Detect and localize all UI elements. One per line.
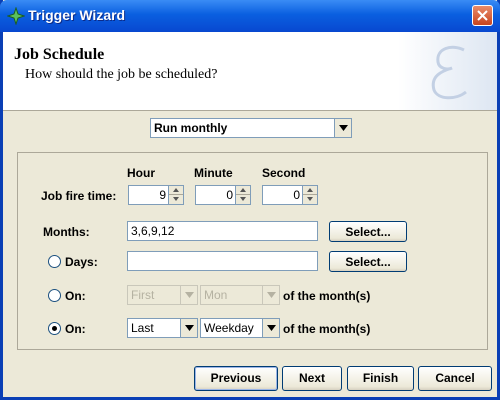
spinner-up-icon[interactable] [169, 186, 183, 195]
schedule-type-select[interactable]: Run monthly [150, 118, 352, 138]
next-button[interactable]: Next [282, 366, 342, 391]
on-last-ordinal-select[interactable]: Last [127, 318, 198, 338]
hour-spinner[interactable]: 9 [128, 185, 184, 205]
on-first-label: On: [65, 289, 86, 303]
chevron-down-icon[interactable] [180, 319, 197, 337]
previous-button[interactable]: Previous [194, 366, 278, 391]
second-value: 0 [293, 188, 300, 202]
minute-value: 0 [226, 188, 233, 202]
months-select-button[interactable]: Select... [329, 221, 407, 242]
days-label: Days: [65, 255, 98, 269]
months-field[interactable]: 3,6,9,12 [127, 221, 318, 241]
months-label: Months: [43, 225, 90, 239]
cancel-button[interactable]: Cancel [418, 366, 492, 391]
finish-button[interactable]: Finish [347, 366, 414, 391]
wizard-header: Job Schedule How should the job be sched… [3, 32, 497, 111]
chevron-down-icon[interactable] [180, 286, 197, 304]
minute-column-label: Minute [194, 166, 233, 180]
on-last-suffix: of the month(s) [283, 322, 371, 336]
on-first-ordinal-select[interactable]: First [127, 285, 198, 305]
on-last-day-select[interactable]: Weekday [200, 318, 280, 338]
on-last-label: On: [65, 322, 86, 336]
months-value: 3,6,9,12 [131, 224, 175, 238]
second-spinner[interactable]: 0 [262, 185, 318, 205]
spinner-down-icon[interactable] [169, 195, 183, 204]
spinner-down-icon[interactable] [303, 195, 317, 204]
close-button[interactable] [472, 5, 493, 26]
minute-spinner[interactable]: 0 [195, 185, 251, 205]
spinner-down-icon[interactable] [236, 195, 250, 204]
app-icon [6, 6, 26, 26]
hour-value: 9 [159, 188, 166, 202]
on-last-radio[interactable] [48, 322, 61, 335]
fire-time-label: Job fire time: [41, 189, 117, 203]
on-last-ordinal-value: Last [131, 321, 154, 335]
second-column-label: Second [262, 166, 306, 180]
trigger-wizard-window: Trigger Wizard Job Schedule How should t… [0, 0, 500, 400]
on-last-day-value: Weekday [204, 321, 254, 335]
days-field[interactable] [127, 251, 318, 271]
page-title: Job Schedule [14, 46, 105, 63]
radio-selected-dot [52, 326, 57, 331]
chevron-down-icon[interactable] [262, 286, 279, 304]
days-select-button[interactable]: Select... [329, 251, 407, 272]
spinner-up-icon[interactable] [236, 186, 250, 195]
chevron-down-icon[interactable] [334, 119, 351, 137]
on-first-suffix: of the month(s) [283, 289, 371, 303]
schedule-type-value: Run monthly [154, 121, 228, 135]
wizard-logo-watermark [398, 32, 497, 110]
days-radio[interactable] [48, 255, 61, 268]
spinner-up-icon[interactable] [303, 186, 317, 195]
on-first-day-select[interactable]: Mon [200, 285, 280, 305]
chevron-down-icon[interactable] [262, 319, 279, 337]
on-first-radio[interactable] [48, 289, 61, 302]
hour-column-label: Hour [127, 166, 155, 180]
window-title: Trigger Wizard [28, 7, 126, 23]
on-first-day-value: Mon [204, 288, 228, 302]
title-bar[interactable]: Trigger Wizard [0, 0, 500, 32]
page-subtitle: How should the job be scheduled? [25, 67, 218, 82]
on-first-ordinal-value: First [131, 288, 155, 302]
